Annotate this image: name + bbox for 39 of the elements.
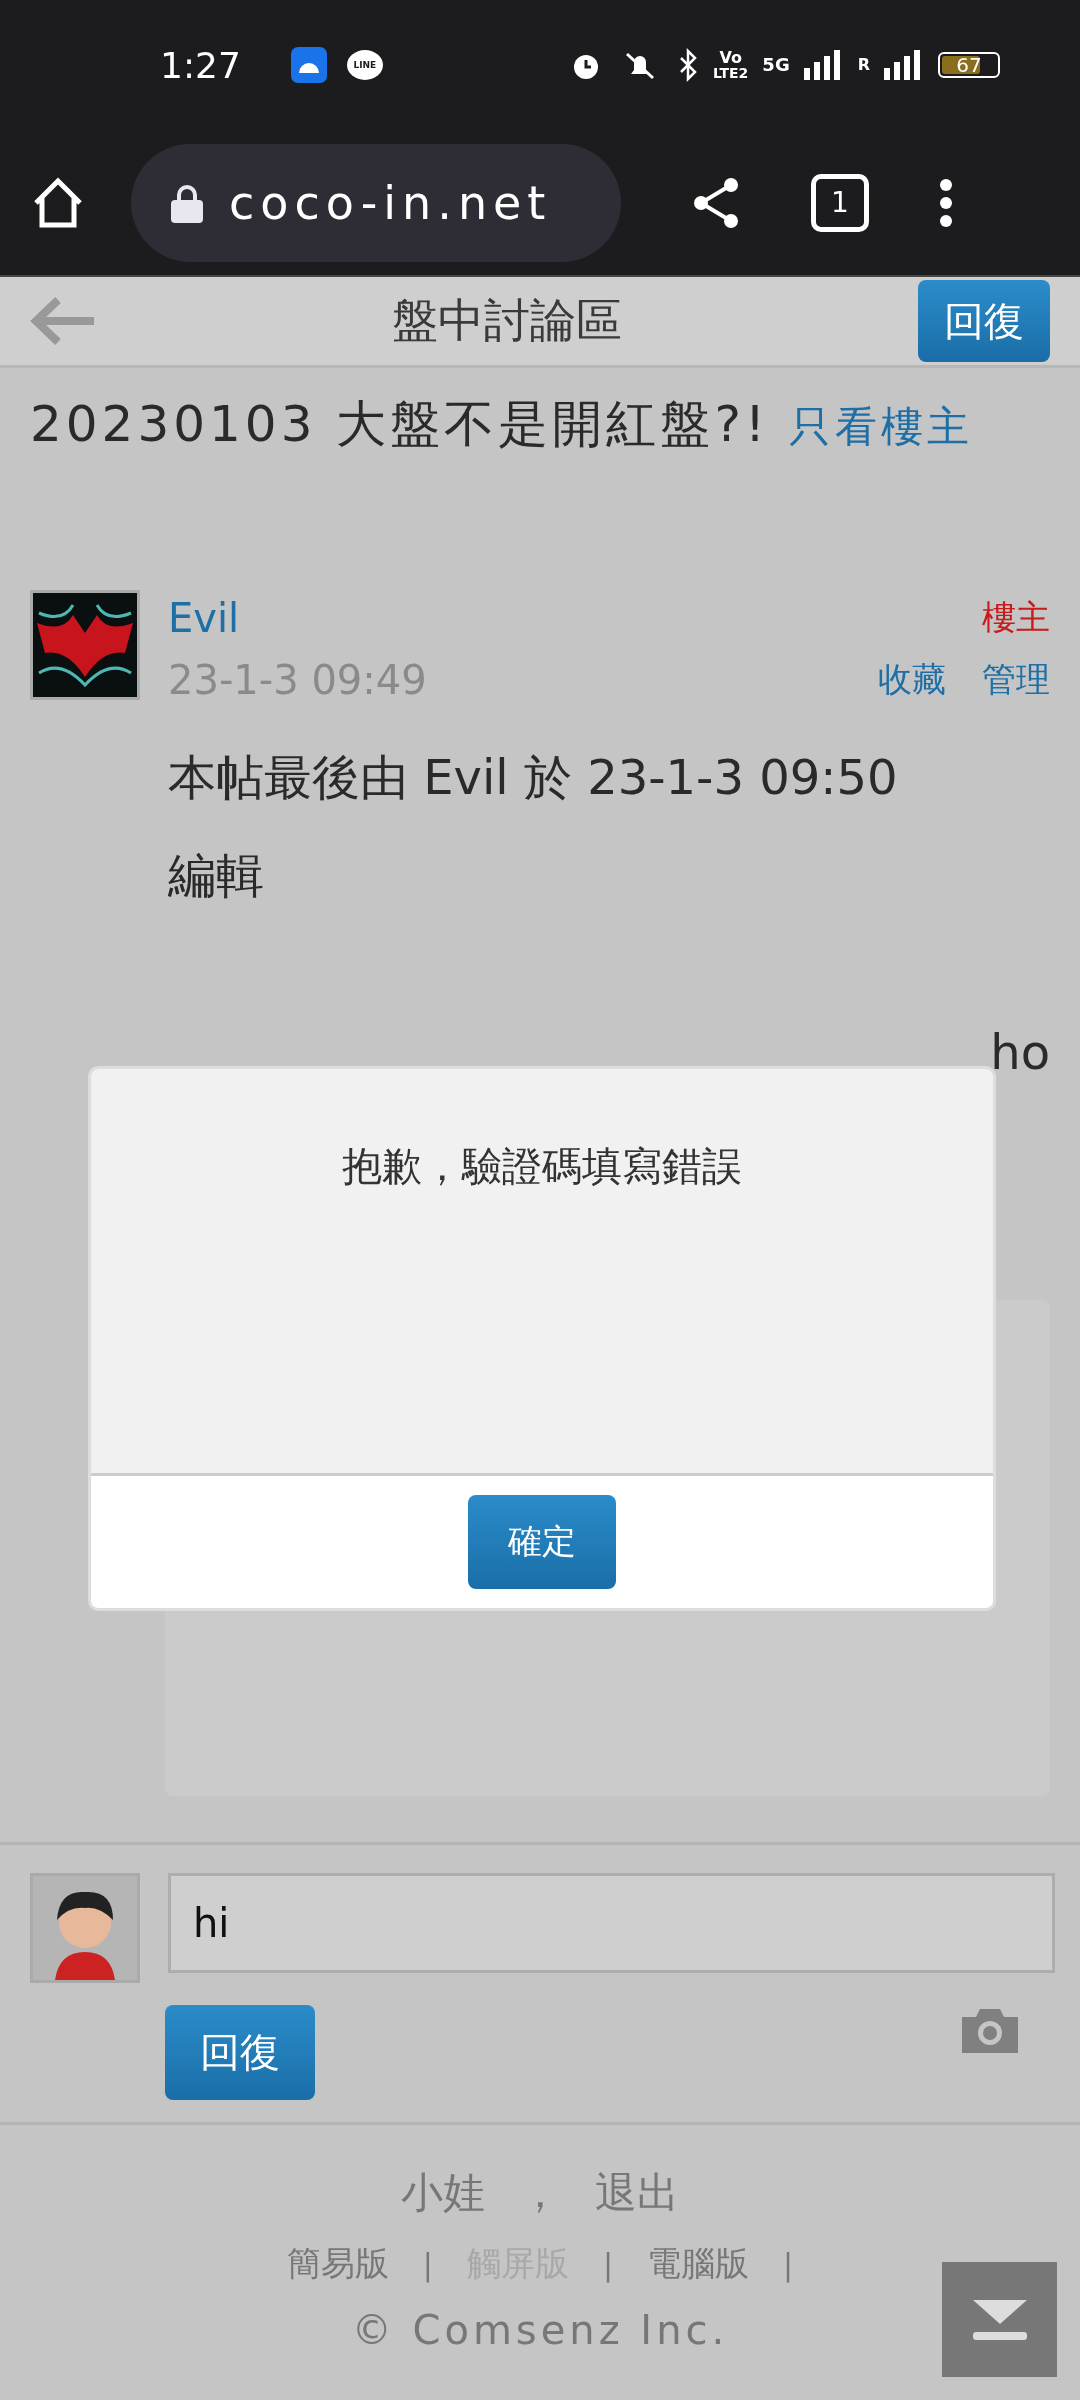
page-title: 盤中討論區 bbox=[392, 292, 622, 349]
status-time: 1:27 bbox=[160, 44, 241, 86]
reply-input[interactable]: hi bbox=[168, 1873, 1055, 1973]
author-only-link[interactable]: 只看樓主 bbox=[788, 402, 973, 451]
menu-icon[interactable] bbox=[939, 177, 953, 228]
post-text: ho bbox=[990, 1024, 1050, 1080]
post-action-link[interactable]: 收藏 bbox=[878, 657, 946, 703]
dialog-message: 抱歉，驗證碼填寫錯誤 bbox=[342, 1142, 742, 1191]
version-link[interactable]: 電腦版 bbox=[647, 2241, 750, 2287]
roaming-indicator: R bbox=[857, 57, 870, 73]
volte-indicator: Vo LTE2 bbox=[712, 50, 749, 80]
lock-icon bbox=[171, 182, 203, 223]
author-name[interactable]: Evil bbox=[168, 595, 240, 641]
battery-indicator: 67 bbox=[938, 52, 1000, 78]
android-app-icon bbox=[290, 47, 327, 83]
divider-text: | bbox=[602, 2246, 614, 2282]
divider-text: | bbox=[422, 2246, 433, 2282]
divider-text: | bbox=[783, 2246, 794, 2282]
logout-link[interactable]: 退出 bbox=[595, 2165, 679, 2221]
post-time: 23-1-3 09:49 bbox=[168, 657, 427, 703]
reply-button[interactable]: 回復 bbox=[918, 280, 1050, 362]
owner-label: 樓主 bbox=[982, 596, 1050, 639]
tab-count-button[interactable]: 1 bbox=[811, 173, 869, 232]
scroll-down-icon bbox=[972, 2299, 1027, 2340]
thread-title: 20230103 大盤不是開紅盤?! 只看樓主 bbox=[30, 394, 974, 455]
edit-note: 本帖最後由 Evil 於 23-1-3 09:50 編輯 bbox=[168, 748, 899, 905]
scroll-bottom-button[interactable] bbox=[942, 2262, 1057, 2377]
address-bar[interactable]: coco-in.net bbox=[131, 143, 621, 262]
copyright-text: © Comsenz Inc. bbox=[351, 2307, 729, 2353]
reply-button[interactable]: 回復 bbox=[165, 2005, 315, 2100]
share-icon[interactable] bbox=[691, 176, 741, 229]
username-link[interactable]: 小娃 bbox=[401, 2165, 485, 2221]
line-app-icon: LINE bbox=[346, 50, 383, 80]
network-type: 5G bbox=[762, 56, 790, 74]
confirm-button[interactable]: 確定 bbox=[468, 1495, 616, 1589]
separator-text: ， bbox=[519, 2167, 561, 2219]
url-text: coco-in.net bbox=[229, 175, 552, 230]
post-action-link[interactable]: 管理 bbox=[982, 657, 1050, 703]
version-link[interactable]: 簡易版 bbox=[286, 2241, 389, 2287]
